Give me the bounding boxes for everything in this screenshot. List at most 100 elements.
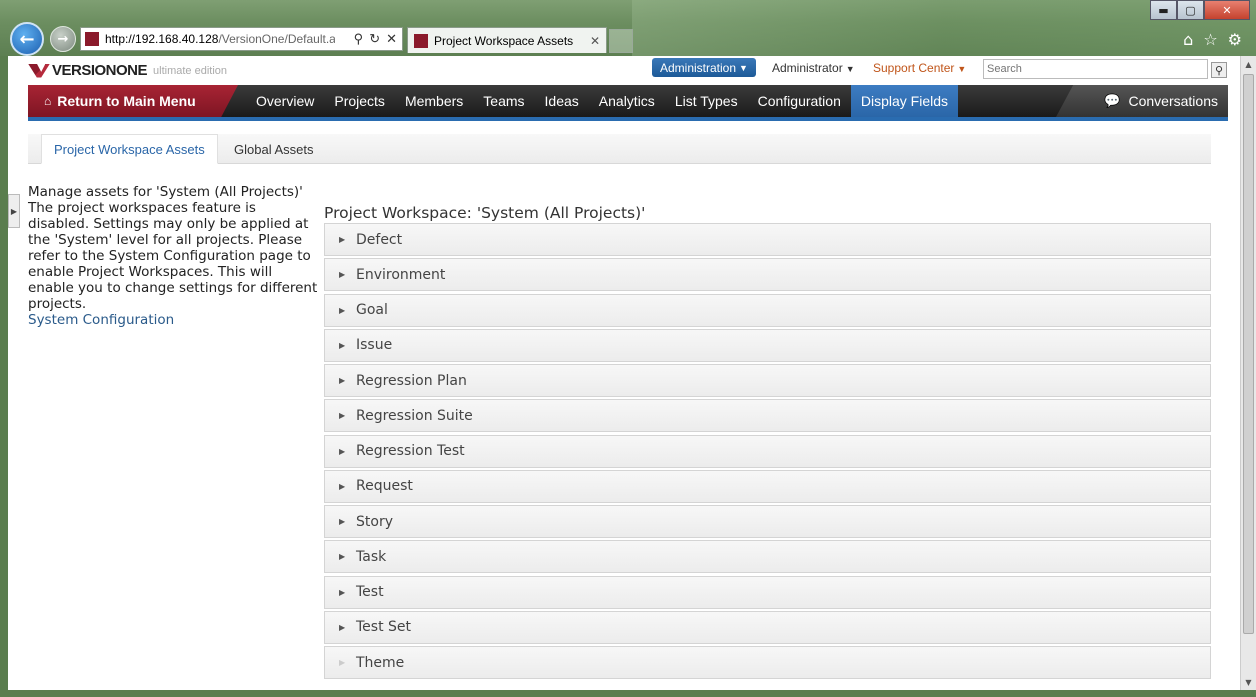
nav-item-configuration[interactable]: Configuration (748, 85, 851, 117)
expand-arrow-icon: ▶ (339, 446, 346, 456)
nav-item-teams[interactable]: Teams (473, 85, 534, 117)
administration-button[interactable]: Administration ▼ (652, 58, 756, 77)
expand-arrow-icon: ▶ (339, 658, 346, 667)
favorites-star-icon[interactable]: ☆ (1203, 30, 1217, 49)
expand-arrow-icon: ▶ (339, 270, 346, 280)
url-host: http://192.168.40.128 (105, 32, 219, 46)
nav-item-overview[interactable]: Overview (246, 85, 324, 117)
tab-global-assets[interactable]: Global Assets (222, 134, 326, 164)
asset-label: Issue (356, 337, 393, 354)
user-menu[interactable]: Administrator ▼ (772, 61, 855, 75)
asset-label: Defect (356, 231, 403, 248)
workspace-description: Manage assets for 'System (All Projects)… (28, 184, 318, 312)
expand-arrow-icon: ▶ (339, 305, 346, 315)
asset-label: Theme (356, 654, 405, 671)
sidebar-toggle-button[interactable]: ▶ (8, 194, 20, 228)
asset-label: Regression Suite (356, 407, 473, 424)
asset-label: Regression Plan (356, 372, 467, 389)
maximize-icon[interactable]: ▢ (1177, 0, 1204, 20)
nav-item-members[interactable]: Members (395, 85, 473, 117)
asset-label: Test (356, 584, 384, 600)
site-favicon-icon (85, 32, 99, 46)
nav-item-analytics[interactable]: Analytics (589, 85, 665, 117)
minimize-icon[interactable]: ▬ (1150, 0, 1177, 20)
expand-arrow-icon: ▶ (339, 411, 346, 421)
tab-project-workspace-assets[interactable]: Project Workspace Assets (41, 134, 218, 164)
asset-row-task[interactable]: ▶ Task (324, 540, 1211, 574)
conversations-button[interactable]: 💬 Conversations (1056, 85, 1228, 117)
asset-label: Task (356, 548, 387, 565)
expand-arrow-icon: ▶ (339, 481, 346, 491)
versionone-logo[interactable]: VERSIONONE ultimate edition (28, 62, 227, 79)
expand-arrow-icon: ▶ (339, 340, 346, 350)
asset-label: Story (356, 513, 393, 530)
expand-arrow-icon: ▶ (339, 517, 346, 526)
vertical-scrollbar[interactable]: ▲ ▼ (1240, 56, 1256, 690)
nav-item-display-fields[interactable]: Display Fields (850, 85, 959, 117)
forward-arrow-icon[interactable]: → (50, 26, 76, 52)
asset-row-regression-suite[interactable]: ▶ Regression Suite (324, 399, 1211, 433)
search-icon[interactable]: ⚲ (354, 31, 364, 47)
search-input[interactable] (983, 59, 1208, 79)
home-icon: ⌂ (44, 94, 52, 108)
asset-row-issue[interactable]: ▶ Issue (324, 328, 1211, 362)
asset-row-test-set[interactable]: ▶ Test Set (324, 610, 1211, 644)
asset-label: Test Set (356, 619, 412, 636)
nav-item-list-types[interactable]: List Types (665, 85, 748, 117)
new-tab-button[interactable] (609, 29, 633, 53)
scroll-down-icon[interactable]: ▼ (1241, 674, 1256, 690)
close-window-icon[interactable]: ✕ (1204, 0, 1250, 20)
magnifier-icon: ⚲ (1214, 63, 1224, 77)
scroll-up-icon[interactable]: ▲ (1241, 56, 1256, 72)
address-bar[interactable]: http://192.168.40.128/VersionOne/Default… (80, 27, 403, 51)
chevron-down-icon: ▼ (739, 62, 748, 73)
asset-row-theme[interactable]: ▶ Theme (324, 646, 1211, 679)
asset-row-test[interactable]: ▶ Test (324, 575, 1211, 609)
search-button[interactable]: ⚲ (1211, 62, 1227, 78)
browser-tab[interactable]: Project Workspace Assets ✕ (407, 27, 607, 53)
refresh-icon[interactable]: ↻ (369, 31, 380, 47)
expand-arrow-icon: ▶ (339, 235, 346, 244)
support-center-label: Support Center (873, 61, 955, 75)
asset-label: Environment (356, 266, 446, 283)
nav-item-projects[interactable]: Projects (324, 85, 395, 117)
back-arrow-icon[interactable]: ← (10, 22, 44, 56)
asset-row-request[interactable]: ▶ Request (324, 469, 1211, 503)
expand-arrow-icon: ▶ (339, 376, 346, 385)
administration-label: Administration (660, 60, 737, 75)
scrollbar-thumb[interactable] (1243, 74, 1254, 634)
expand-arrow-icon: ▶ (339, 587, 346, 597)
close-tab-icon[interactable]: ✕ (590, 34, 600, 48)
browser-chrome: ← → http://192.168.40.128/VersionOne/Def… (0, 0, 1256, 56)
tab-title: Project Workspace Assets (434, 33, 574, 48)
gear-icon[interactable]: ⚙ (1228, 30, 1242, 49)
asset-row-defect[interactable]: ▶ Defect (324, 223, 1211, 256)
left-panel: Manage assets for 'System (All Projects)… (28, 184, 318, 328)
asset-row-regression-test[interactable]: ▶ Regression Test (324, 434, 1211, 468)
versionone-logo-mark-icon (28, 63, 50, 78)
tab-favicon-icon (414, 33, 428, 48)
stop-icon[interactable]: ✕ (386, 31, 397, 47)
chevron-down-icon: ▼ (845, 64, 855, 74)
asset-row-goal[interactable]: ▶ Goal (324, 293, 1211, 327)
asset-label: Request (356, 478, 413, 495)
app-header: VERSIONONE ultimate edition Administrati… (28, 56, 1228, 84)
nav-item-ideas[interactable]: Ideas (535, 85, 589, 117)
support-center-menu[interactable]: Support Center ▼ (873, 61, 966, 75)
page-title: Project Workspace: 'System (All Projects… (324, 204, 646, 222)
asset-row-environment[interactable]: ▶ Environment (324, 258, 1211, 292)
system-configuration-link[interactable]: System Configuration (28, 312, 318, 328)
url-text: http://192.168.40.128/VersionOne/Default… (105, 32, 335, 46)
main-navbar: ⌂ Return to Main Menu Overview Projects … (28, 85, 1228, 121)
asset-row-story[interactable]: ▶ Story (324, 505, 1211, 538)
asset-list: ▶ Defect ▶ Environment ▶ Goal ▶ Issue ▶ Regre… (324, 223, 1211, 681)
logo-text: VERSIONONE (52, 62, 148, 79)
asset-label: Regression Test (356, 443, 465, 459)
chevron-right-icon: ▶ (10, 206, 18, 216)
user-menu-label: Administrator (772, 61, 843, 75)
asset-row-regression-plan[interactable]: ▶ Regression Plan (324, 364, 1211, 397)
home-icon[interactable]: ⌂ (1183, 30, 1193, 49)
return-to-main-menu-button[interactable]: ⌂ Return to Main Menu (28, 85, 238, 117)
expand-arrow-icon: ▶ (339, 622, 346, 632)
page-viewport: VERSIONONE ultimate edition Administrati… (8, 56, 1240, 690)
